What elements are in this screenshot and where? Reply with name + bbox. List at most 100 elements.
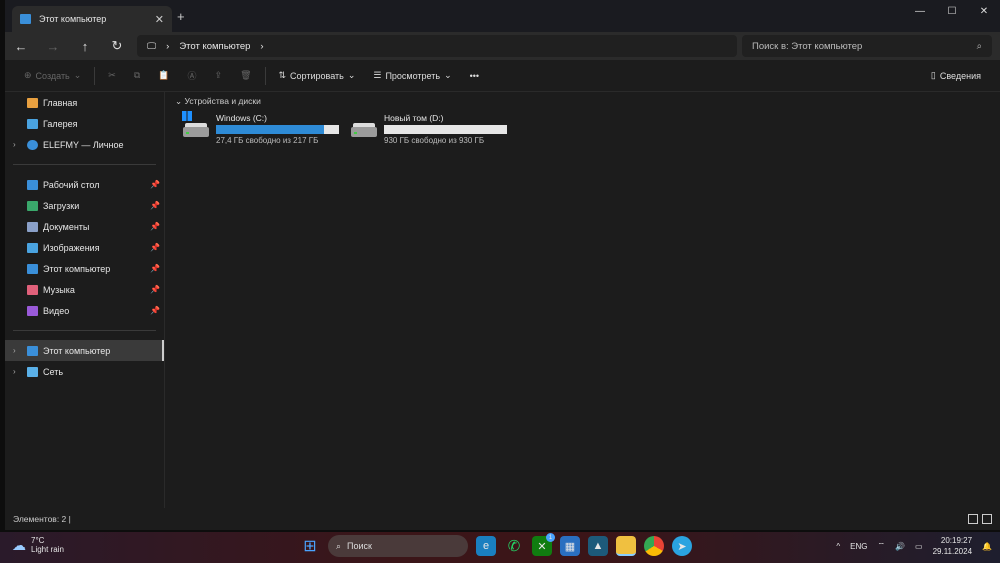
sort-label: Сортировать [290, 70, 344, 81]
group-header[interactable]: ⌄ Устройства и диски [170, 92, 1000, 107]
divider [13, 164, 156, 165]
maximize-button[interactable]: ☐ [936, 0, 968, 22]
chevron-right-icon[interactable]: › [13, 367, 16, 376]
view-button[interactable]: ☰ Просмотреть ⌄ [364, 70, 460, 81]
network-icon [27, 366, 38, 377]
paste-icon[interactable]: 📋 [149, 70, 178, 81]
clock[interactable]: 20:19:27 29.11.2024 [933, 535, 972, 557]
sidebar-item-label: Загрузки [43, 200, 80, 211]
drive-icon [350, 113, 378, 139]
chevron-up-icon[interactable]: ^ [836, 542, 840, 551]
pin-icon[interactable]: 📌 [150, 180, 160, 189]
delete-icon[interactable]: 🗑 [231, 70, 260, 81]
pin-icon[interactable]: 📌 [150, 306, 160, 315]
telegram-icon[interactable]: ➤ [672, 536, 692, 556]
content-pane: ⌄ Устройства и диски Windows (C:) 27,4 Г… [170, 92, 1000, 145]
wifi-icon[interactable]: ⌔ [878, 541, 886, 551]
tiles-view-button[interactable] [982, 514, 992, 524]
battery-icon[interactable]: ▭ [915, 542, 923, 551]
sidebar-item-pinned[interactable]: Документы 📌 [5, 216, 164, 237]
pin-icon[interactable]: 📌 [150, 222, 160, 231]
pin-icon[interactable]: 📌 [150, 201, 160, 210]
pin-icon[interactable]: 📌 [150, 243, 160, 252]
group-label: Устройства и диски [184, 96, 261, 106]
folder-icon [27, 305, 38, 316]
home-icon [27, 97, 38, 108]
drive-usage-bar [216, 125, 339, 134]
file-explorer-icon[interactable] [616, 536, 636, 556]
search-input[interactable]: Поиск в: Этот компьютер ⌕ [742, 35, 992, 57]
start-button[interactable]: ⊞ [300, 536, 320, 556]
sidebar-item-onedrive[interactable]: › ELEFMY — Личное [5, 134, 164, 155]
windows-drive-icon [182, 111, 210, 139]
cut-icon[interactable]: ✂ [99, 70, 125, 81]
sidebar-item-pinned[interactable]: Видео 📌 [5, 300, 164, 321]
folder-icon [27, 284, 38, 295]
create-button[interactable]: ⊕ Создать ⌄ [15, 70, 90, 81]
notification-badge: 1 [546, 533, 555, 542]
more-button[interactable]: ••• [461, 71, 488, 81]
share-icon[interactable]: ⇪ [206, 70, 232, 81]
drive-free-space: 27,4 ГБ свободно из 217 ГБ [216, 136, 319, 145]
tab-this-pc[interactable]: Этот компьютер ✕ [12, 6, 172, 32]
copy-icon[interactable]: ⧉ [125, 70, 149, 81]
date: 29.11.2024 [932, 547, 973, 556]
back-button[interactable]: ← [5, 39, 37, 54]
pin-icon[interactable]: 📌 [150, 264, 160, 273]
navigation-pane: Главная Галерея › ELEFMY — Личное Рабочий… [5, 92, 165, 508]
rename-icon[interactable]: Ⓐ [179, 69, 206, 82]
edge-icon[interactable]: e [476, 536, 496, 556]
sidebar-item-label: Главная [43, 97, 78, 108]
gallery-icon [27, 118, 38, 129]
details-view-button[interactable] [968, 514, 978, 524]
folder-icon [27, 263, 38, 274]
folder-icon [27, 200, 38, 211]
breadcrumb-this-pc[interactable]: Этот компьютер [179, 41, 250, 52]
chrome-icon[interactable] [644, 536, 664, 556]
sidebar-item-pinned[interactable]: Музыка 📌 [5, 279, 164, 300]
taskbar: ☁ 7°C Light rain ⊞ ⌕ Поиск e ✆ ✕ 1 ▦ ▲ ➤ ^ … [0, 532, 1000, 563]
details-button[interactable]: ▯ Сведения [922, 70, 990, 81]
xbox-icon[interactable]: ✕ 1 [532, 533, 555, 556]
taskbar-search[interactable]: ⌕ Поиск [328, 535, 468, 557]
title-bar: Этот компьютер ✕ + — ☐ ✕ [5, 0, 1000, 32]
language-indicator[interactable]: ENG [850, 542, 867, 551]
address-bar[interactable]: 🖵 › Этот компьютер › [137, 35, 737, 57]
drive-d[interactable]: Новый том (D:) 930 ГБ свободно из 930 ГБ [350, 113, 508, 145]
app-icon[interactable]: ▲ [588, 536, 608, 556]
sidebar-item-label: Сеть [43, 366, 64, 377]
volume-icon[interactable]: 🔊 [895, 542, 905, 551]
divider [13, 330, 156, 331]
sidebar-item-label: Галерея [43, 118, 78, 129]
sidebar-item-pinned[interactable]: Рабочий стол 📌 [5, 174, 164, 195]
minimize-button[interactable]: — [904, 0, 936, 22]
close-window-button[interactable]: ✕ [968, 0, 1000, 22]
drive-c[interactable]: Windows (C:) 27,4 ГБ свободно из 217 ГБ [182, 111, 340, 145]
details-label: Сведения [939, 70, 981, 81]
sidebar-item-pinned[interactable]: Загрузки 📌 [5, 195, 164, 216]
sidebar-item-label: Рабочий стол [43, 179, 100, 190]
forward-button[interactable]: → [37, 39, 69, 54]
new-tab-button[interactable]: + [177, 9, 185, 24]
navigation-bar: ← → ↑ ↻ 🖵 › Этот компьютер › Поиск в: Эт… [5, 32, 1000, 60]
sidebar-item-network[interactable]: › Сеть [5, 361, 164, 382]
sidebar-item-pinned[interactable]: Изображения 📌 [5, 237, 164, 258]
sidebar-item-home[interactable]: Главная [5, 92, 164, 113]
app-icon[interactable]: ▦ [560, 536, 580, 556]
sidebar-item-this-pc[interactable]: › Этот компьютер [5, 340, 164, 361]
chevron-right-icon[interactable]: › [260, 41, 263, 52]
chevron-right-icon[interactable]: › [13, 140, 16, 149]
up-button[interactable]: ↑ [69, 39, 101, 54]
pin-icon[interactable]: 📌 [150, 285, 160, 294]
chevron-right-icon[interactable]: › [13, 346, 16, 355]
whatsapp-icon[interactable]: ✆ [504, 536, 524, 556]
sidebar-item-label: Этот компьютер [43, 263, 111, 274]
refresh-button[interactable]: ↻ [101, 38, 133, 54]
search-icon: ⌕ [336, 540, 342, 551]
sort-button[interactable]: ⇅ Сортировать ⌄ [270, 70, 365, 81]
sidebar-item-gallery[interactable]: Галерея [5, 113, 164, 134]
notification-bell-icon[interactable]: 🔔 [982, 542, 992, 551]
sidebar-item-pinned[interactable]: Этот компьютер 📌 [5, 258, 164, 279]
close-tab-icon[interactable]: ✕ [155, 13, 164, 26]
weather-widget[interactable]: ☁ 7°C Light rain [12, 536, 64, 554]
